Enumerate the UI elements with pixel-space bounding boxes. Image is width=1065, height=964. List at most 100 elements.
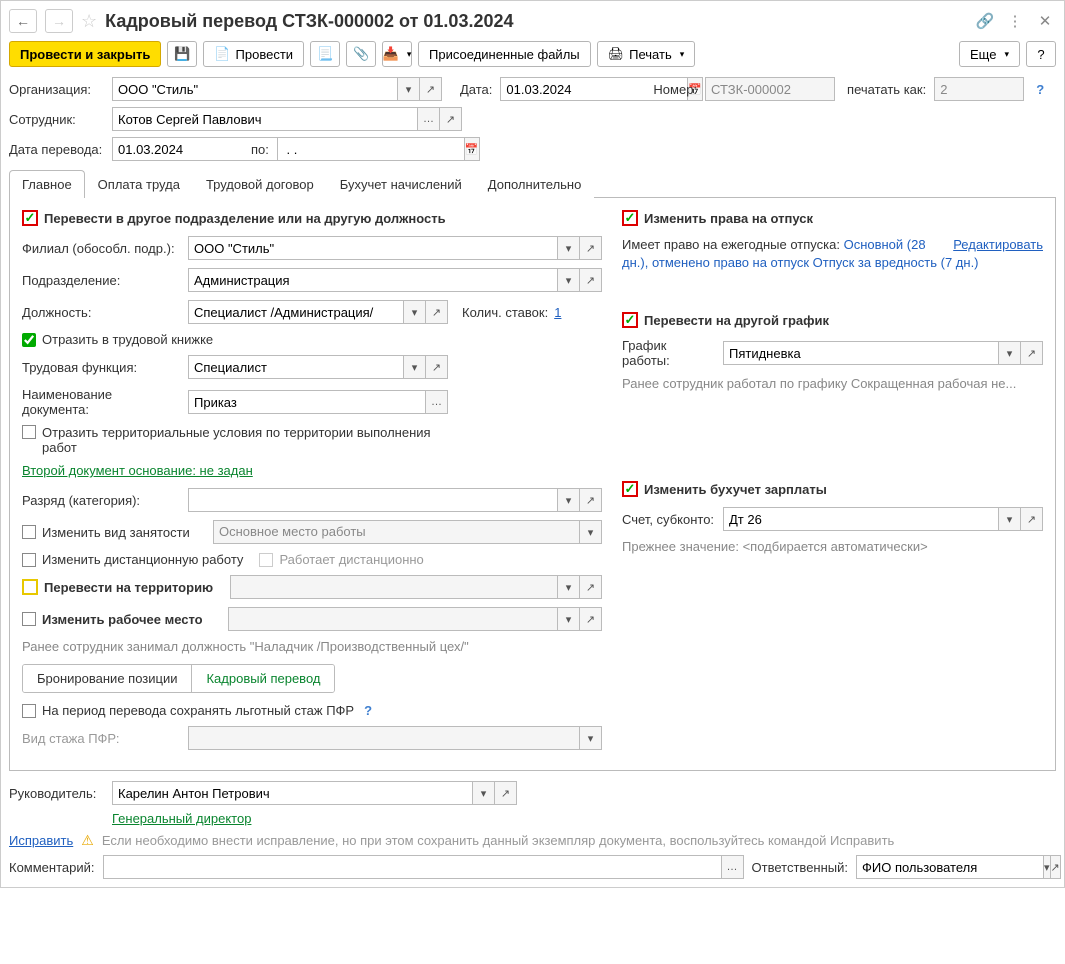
position-label: Должность: — [22, 305, 182, 320]
more-button[interactable]: Еще▾ — [959, 41, 1020, 67]
workbook-checkbox[interactable] — [22, 333, 36, 347]
print-as-label: печатать как: — [847, 82, 926, 97]
tab-accounting[interactable]: Бухучет начислений — [327, 170, 475, 198]
manager-dropdown-button[interactable]: ▾ — [473, 781, 495, 805]
manager-label: Руководитель: — [9, 786, 104, 801]
post-button[interactable]: 📄Провести — [203, 41, 304, 67]
manager-position-link[interactable]: Генеральный директор — [112, 811, 251, 826]
print-button[interactable]: 🖨Печать▾ — [597, 41, 696, 67]
transfer-toggle[interactable]: Кадровый перевод — [192, 665, 334, 692]
prev-schedule-text: Ранее сотрудник работал по графику Сокра… — [622, 376, 1043, 391]
help-button[interactable]: ? — [1026, 41, 1056, 67]
document-icon: 📃 — [317, 46, 333, 62]
employee-open-button[interactable]: ↗ — [440, 107, 462, 131]
pfr-label: На период перевода сохранять льготный ст… — [42, 703, 354, 718]
date-label: Дата: — [460, 82, 492, 97]
pfr-type-input — [188, 726, 580, 750]
link-icon[interactable]: 🔗 — [974, 10, 996, 32]
grade-open-button[interactable]: ↗ — [580, 488, 602, 512]
tab-main[interactable]: Главное — [9, 170, 85, 198]
comment-select-button[interactable]: … — [722, 855, 744, 879]
position-input[interactable] — [188, 300, 404, 324]
transfer-dept-label: Перевести в другое подразделение или на … — [44, 211, 446, 226]
acc-open-button[interactable]: ↗ — [1021, 507, 1043, 531]
transfer-dept-checkbox[interactable]: ✓ — [22, 210, 38, 226]
po-label: по: — [251, 142, 269, 157]
save-button[interactable]: 💾 — [167, 41, 197, 67]
workplace-dropdown-button: ▾ — [558, 607, 580, 631]
employee-input[interactable] — [112, 107, 418, 131]
schedule-input[interactable] — [723, 341, 999, 365]
branch-dropdown-button[interactable]: ▾ — [558, 236, 580, 260]
tab-contract[interactable]: Трудовой договор — [193, 170, 327, 198]
favorite-star-icon[interactable]: ☆ — [81, 11, 97, 32]
manager-open-button[interactable]: ↗ — [495, 781, 517, 805]
dept-input[interactable] — [188, 268, 558, 292]
post-and-close-button[interactable]: Провести и закрыть — [9, 41, 161, 67]
po-date-calendar-button[interactable]: 📅 — [465, 137, 480, 161]
tab-additional[interactable]: Дополнительно — [475, 170, 595, 198]
manager-input[interactable] — [112, 781, 473, 805]
dept-open-button[interactable]: ↗ — [580, 268, 602, 292]
attached-files-button[interactable]: Присоединенные файлы — [418, 41, 591, 67]
po-date-input[interactable] — [277, 137, 465, 161]
territory-input — [230, 575, 558, 599]
territory-open-button: ↗ — [580, 575, 602, 599]
func-label: Трудовая функция: — [22, 360, 182, 375]
booking-toggle[interactable]: Бронирование позиции — [23, 665, 192, 692]
grade-dropdown-button[interactable]: ▾ — [558, 488, 580, 512]
nav-forward-button[interactable]: → — [45, 9, 73, 33]
change-emp-type-checkbox[interactable] — [22, 525, 36, 539]
transfer-date-input[interactable] — [112, 137, 300, 161]
workbook-label: Отразить в трудовой книжке — [42, 332, 213, 347]
close-icon[interactable]: ✕ — [1034, 10, 1056, 32]
import-button[interactable]: 📥▾ — [382, 41, 412, 67]
responsible-open-button[interactable]: ↗ — [1051, 855, 1061, 879]
vacation-edit-link[interactable]: Редактировать — [953, 236, 1043, 254]
employee-select-button[interactable]: … — [418, 107, 440, 131]
func-input[interactable] — [188, 355, 404, 379]
rates-link[interactable]: 1 — [554, 305, 561, 320]
branch-input[interactable] — [188, 236, 558, 260]
pfr-help[interactable]: ? — [364, 703, 372, 718]
position-open-button[interactable]: ↗ — [426, 300, 448, 324]
workplace-open-button: ↗ — [580, 607, 602, 631]
docname-select-button[interactable]: … — [426, 390, 448, 414]
acc-input[interactable] — [723, 507, 999, 531]
schedule-change-label: Перевести на другой график — [644, 313, 829, 328]
org-dropdown-button[interactable]: ▾ — [398, 77, 420, 101]
nav-back-button[interactable]: ← — [9, 9, 37, 33]
second-doc-link[interactable]: Второй документ основание: не задан — [22, 463, 253, 478]
dept-dropdown-button[interactable]: ▾ — [558, 268, 580, 292]
pfr-checkbox[interactable] — [22, 704, 36, 718]
grade-input[interactable] — [188, 488, 558, 512]
position-dropdown-button[interactable]: ▾ — [404, 300, 426, 324]
employee-label: Сотрудник: — [9, 112, 104, 127]
responsible-input[interactable] — [856, 855, 1044, 879]
works-remote-checkbox — [259, 553, 273, 567]
territorial-checkbox[interactable] — [22, 425, 36, 439]
schedule-open-button[interactable]: ↗ — [1021, 341, 1043, 365]
print-as-help[interactable]: ? — [1036, 82, 1044, 97]
change-remote-checkbox[interactable] — [22, 553, 36, 567]
acc-change-checkbox[interactable]: ✓ — [622, 481, 638, 497]
comment-input[interactable] — [103, 855, 722, 879]
attachment-icon-button[interactable]: 📎 — [346, 41, 376, 67]
org-open-button[interactable]: ↗ — [420, 77, 442, 101]
transfer-territory-checkbox[interactable] — [22, 579, 38, 595]
change-workplace-checkbox[interactable] — [22, 612, 36, 626]
branch-open-button[interactable]: ↗ — [580, 236, 602, 260]
fix-link[interactable]: Исправить — [9, 833, 73, 848]
schedule-dropdown-button[interactable]: ▾ — [999, 341, 1021, 365]
emp-type-display: Основное место работы — [213, 520, 580, 544]
kebab-menu-icon[interactable]: ⋮ — [1004, 10, 1026, 32]
docname-input[interactable] — [188, 390, 426, 414]
vacation-change-checkbox[interactable]: ✓ — [622, 210, 638, 226]
func-dropdown-button[interactable]: ▾ — [404, 355, 426, 379]
acc-dropdown-button[interactable]: ▾ — [999, 507, 1021, 531]
tab-salary[interactable]: Оплата труда — [85, 170, 193, 198]
organization-input[interactable] — [112, 77, 398, 101]
schedule-change-checkbox[interactable]: ✓ — [622, 312, 638, 328]
document-icon-button[interactable]: 📃 — [310, 41, 340, 67]
func-open-button[interactable]: ↗ — [426, 355, 448, 379]
